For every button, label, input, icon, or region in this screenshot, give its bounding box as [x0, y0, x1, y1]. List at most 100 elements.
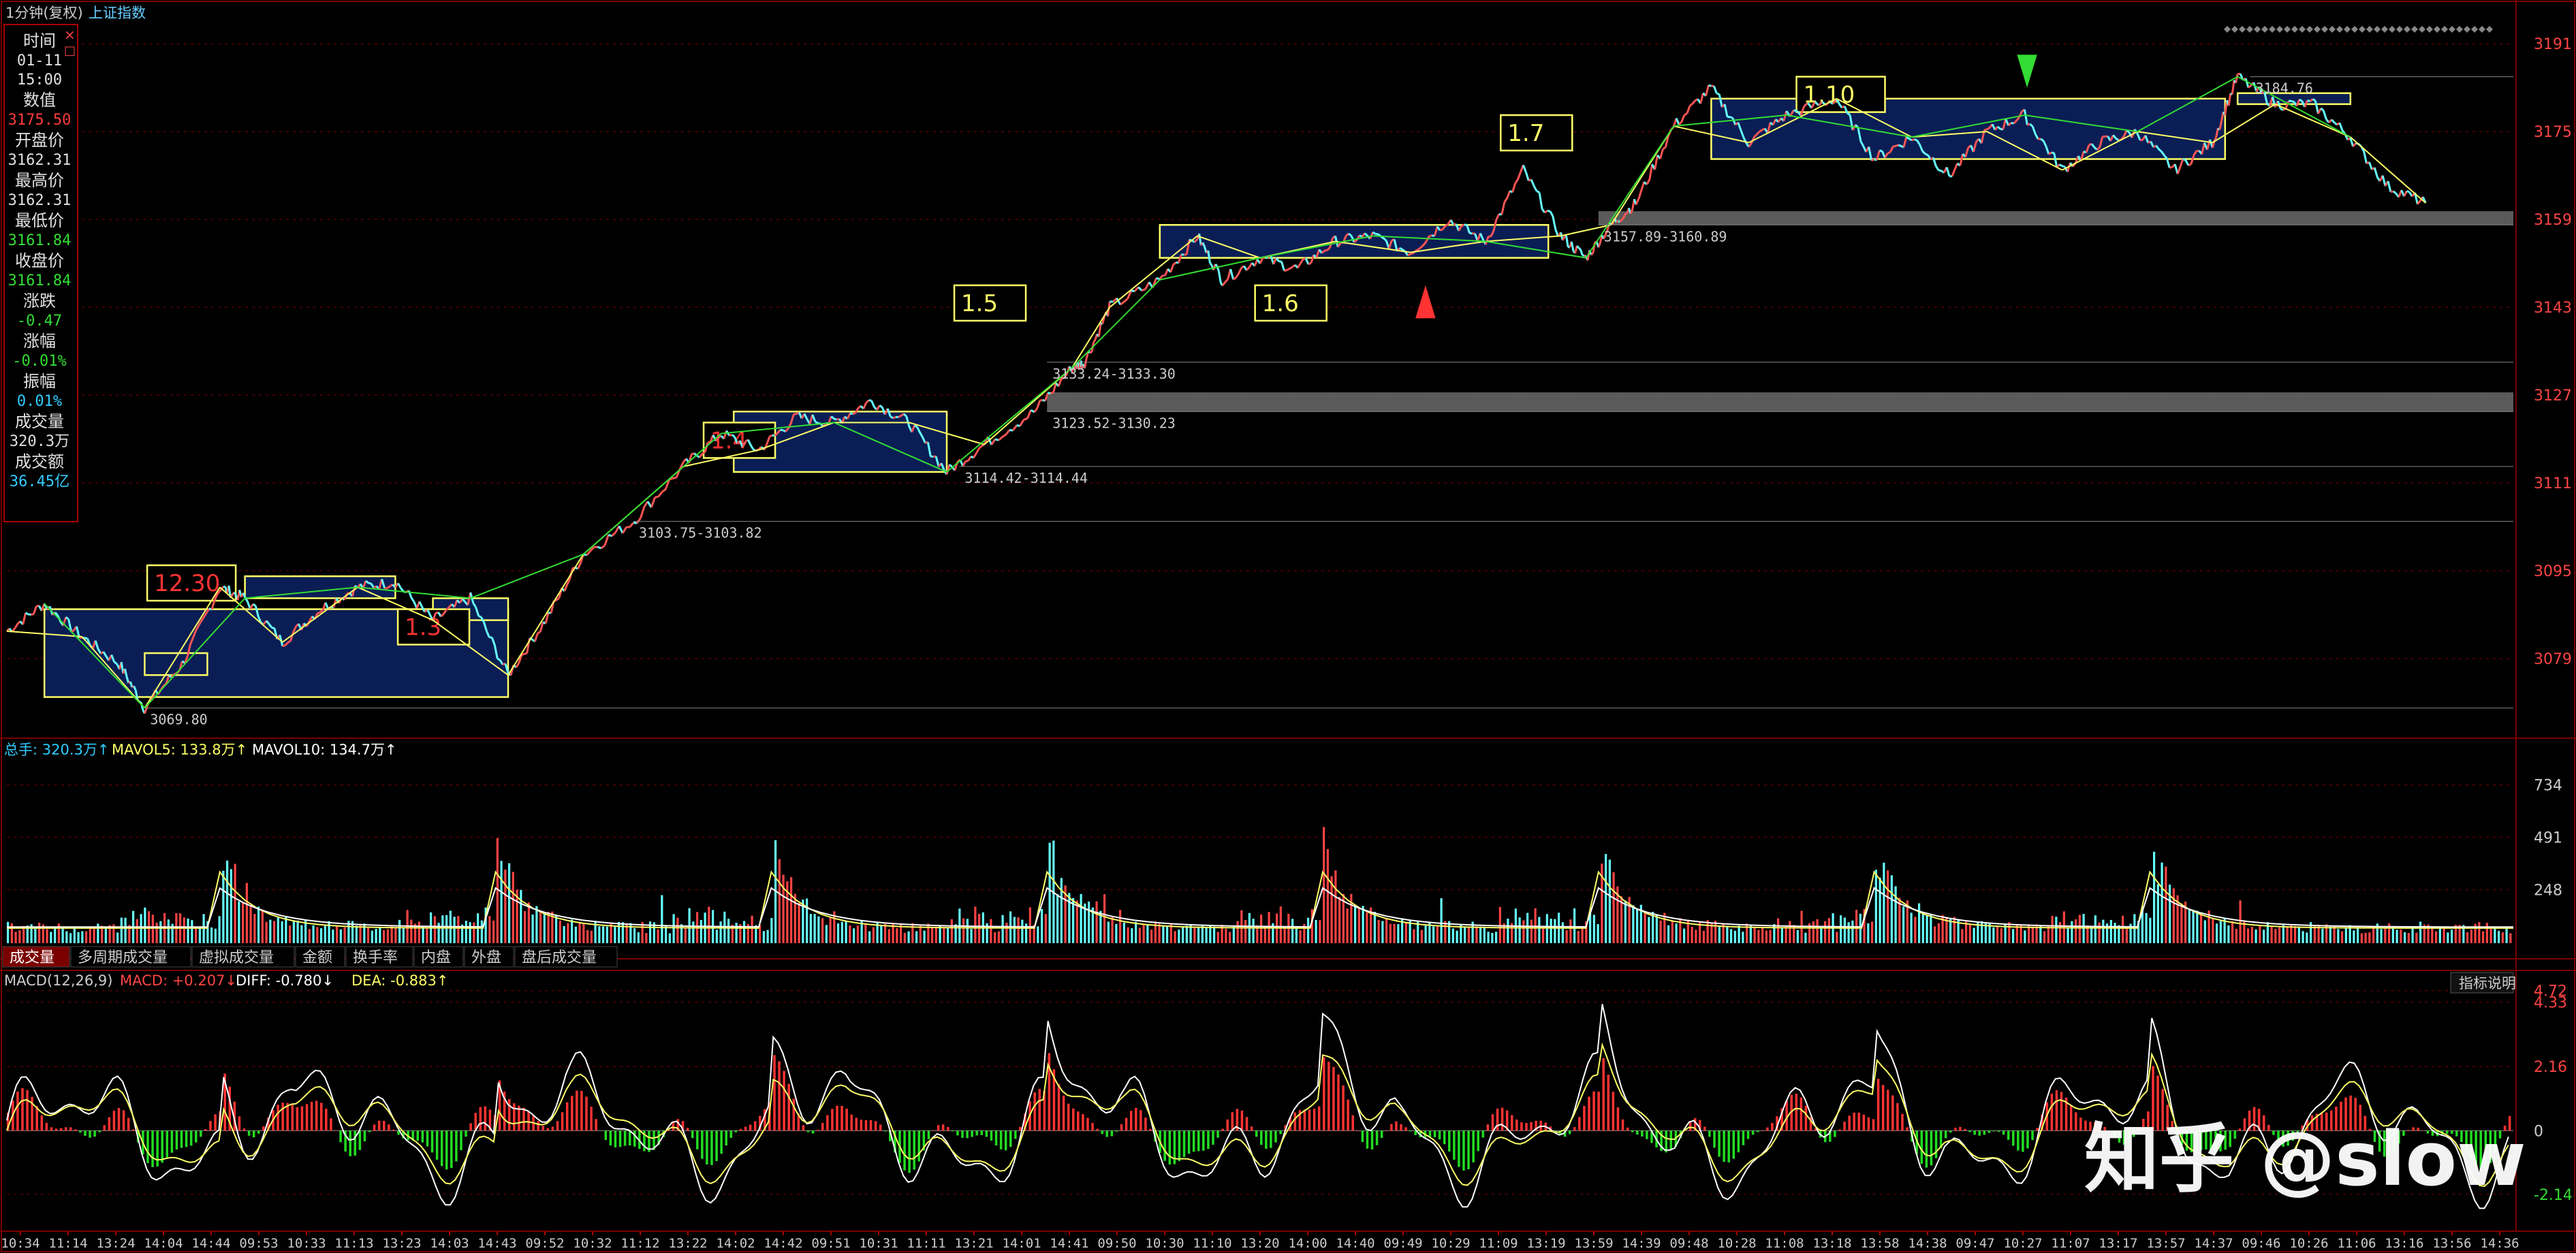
macd-histogram-bar	[1187, 1130, 1191, 1154]
volume-bar	[1162, 925, 1165, 943]
tab-外盘[interactable]: 外盘	[464, 946, 514, 968]
marker-diamond-icon	[2299, 26, 2306, 33]
tab-换手率[interactable]: 换手率	[345, 946, 413, 968]
volume-bar	[547, 911, 550, 943]
volume-bar	[1757, 930, 1760, 943]
macd-histogram-bar	[334, 1130, 337, 1131]
volume-bar	[1914, 917, 1917, 943]
volume-bar	[2259, 924, 2261, 943]
close-button[interactable]: ×	[64, 27, 76, 43]
volume-bar	[328, 921, 330, 943]
tab-金额[interactable]: 金额	[295, 946, 345, 968]
volume-bar	[2419, 921, 2422, 943]
volume-bar	[2451, 930, 2453, 943]
macd-histogram-bar	[561, 1112, 564, 1131]
volume-bar	[155, 922, 158, 943]
volume-bar	[61, 926, 64, 943]
price-segment	[1281, 261, 1285, 272]
price-segment	[2392, 190, 2397, 195]
macd-histogram-bar	[508, 1098, 511, 1131]
volume-bar	[375, 928, 377, 943]
macd-histogram-bar	[537, 1121, 539, 1131]
volume-bar	[1812, 921, 1815, 943]
price-segment	[633, 522, 638, 524]
volume-bar	[245, 883, 248, 943]
time-tick-label: 13:58	[1860, 1236, 1899, 1251]
price-segment	[1705, 84, 1710, 97]
volume-bar	[927, 923, 930, 943]
volume-bar	[2290, 925, 2293, 943]
volume-bar	[336, 926, 339, 943]
macd-histogram-bar	[1105, 1130, 1109, 1137]
volume-bar	[2415, 932, 2418, 943]
macd-histogram-bar	[377, 1120, 381, 1131]
volume-bar	[1996, 926, 1999, 943]
price-segment	[1938, 169, 1942, 172]
volume-bar	[386, 929, 389, 943]
macd-legend-item: MACD: +0.207↓	[120, 972, 237, 989]
price-segment	[1680, 114, 1686, 123]
volume-bar	[422, 926, 424, 943]
macd-histogram-bar	[1756, 1130, 1759, 1132]
time-tick-label: 09:48	[1669, 1236, 1708, 1251]
price-segment	[14, 623, 19, 629]
volume-bar	[2102, 919, 2105, 943]
volume-bar	[841, 921, 843, 943]
info-value: 3161.84	[8, 272, 72, 289]
macd-histogram-bar	[2079, 1117, 2082, 1131]
macd-histogram-bar	[430, 1130, 434, 1153]
volume-bar	[10, 923, 13, 943]
volume-bar	[1185, 925, 1188, 943]
time-tick-label: 14:03	[430, 1236, 469, 1251]
volume-bar	[1538, 917, 1541, 943]
macd-histogram-bar	[1072, 1108, 1075, 1131]
macd-histogram-bar	[1448, 1130, 1451, 1152]
volume-bar	[2364, 932, 2367, 943]
macd-histogram-bar	[585, 1096, 588, 1131]
macd-histogram-bar	[908, 1130, 911, 1173]
macd-histogram-bar	[1771, 1123, 1774, 1131]
price-segment	[515, 662, 520, 668]
macd-histogram-bar	[2036, 1128, 2039, 1131]
price-segment	[699, 453, 704, 458]
macd-histogram-bar	[1351, 1115, 1354, 1131]
tab-成交量[interactable]: 成交量	[2, 946, 70, 968]
price-segment	[975, 447, 980, 454]
time-tick-label: 11:07	[2051, 1236, 2090, 1251]
indicator-help-button[interactable]: 指标说明	[2450, 972, 2516, 994]
volume-bar	[2282, 925, 2284, 943]
price-segment	[2058, 163, 2063, 168]
tab-多周期成交量[interactable]: 多周期成交量	[70, 946, 191, 968]
price-segment	[865, 399, 870, 404]
macd-histogram-bar	[277, 1105, 279, 1131]
macd-histogram-bar	[1944, 1130, 1947, 1139]
tab-内盘[interactable]: 内盘	[413, 946, 464, 968]
tab-虚拟成交量[interactable]: 虚拟成交量	[191, 946, 295, 968]
volume-bar	[1498, 906, 1501, 943]
indicator-button-label: 指标说明	[2459, 975, 2516, 992]
macd-histogram-bar	[696, 1130, 699, 1149]
volume-bar	[770, 918, 773, 943]
macd-histogram-bar	[1978, 1130, 1981, 1136]
tab-盘后成交量[interactable]: 盘后成交量	[514, 946, 618, 968]
volume-bar	[1197, 926, 1200, 943]
volume-bar	[868, 931, 871, 943]
macd-histogram-bar	[1486, 1124, 1490, 1131]
macd-histogram-bar	[1260, 1130, 1263, 1145]
price-segment	[2381, 175, 2387, 187]
volume-bar	[120, 917, 123, 943]
price-segment	[1005, 429, 1011, 436]
volume-bar	[943, 927, 945, 943]
time-tick-label: 10:32	[573, 1236, 612, 1251]
macd-histogram-bar	[1101, 1130, 1103, 1135]
price-segment	[1648, 164, 1654, 180]
info-label: 时间	[23, 31, 56, 50]
volume-bars[interactable]	[7, 827, 2513, 943]
volume-bar	[1530, 919, 1533, 943]
macd-tick-label: -2.14	[2534, 1187, 2573, 1204]
macd-histogram-bar	[565, 1102, 569, 1131]
volume-bar	[884, 923, 887, 943]
macd-histogram-bar	[729, 1130, 733, 1138]
volume-bar	[1357, 908, 1360, 943]
volume-bar	[2372, 927, 2375, 943]
